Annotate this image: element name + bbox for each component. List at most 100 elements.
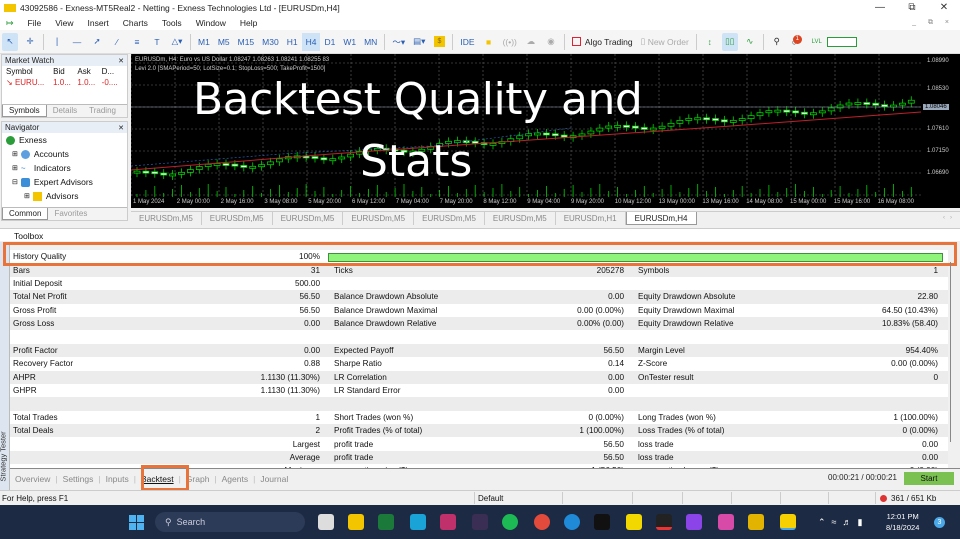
- vps-icon[interactable]: ◉: [543, 33, 559, 51]
- shapes-icon[interactable]: △▾: [169, 33, 185, 51]
- search-icon[interactable]: ⚲: [769, 33, 785, 51]
- intellij-icon[interactable]: [440, 514, 456, 530]
- templates-dropdown-icon[interactable]: ▤▾: [411, 33, 427, 51]
- taskbar-search[interactable]: ⚲ Search: [155, 512, 305, 532]
- chart-tab[interactable]: EURUSDm,M5: [414, 212, 485, 225]
- market-button[interactable]: $: [431, 33, 447, 51]
- spotify-icon[interactable]: [502, 514, 518, 530]
- chrome-icon[interactable]: [534, 514, 550, 530]
- minimize-button[interactable]: —: [864, 0, 896, 16]
- time-axis[interactable]: 1 May 2024 2 May 00:00 2 May 16:00 3 May 08…: [131, 197, 921, 208]
- expand-icon[interactable]: ⊞: [24, 192, 30, 200]
- menu-insert[interactable]: Insert: [88, 18, 109, 28]
- app-g-icon[interactable]: [686, 514, 702, 530]
- tab-details[interactable]: Details: [47, 105, 83, 117]
- close-icon[interactable]: ✕: [118, 124, 124, 132]
- tab-settings[interactable]: Settings: [58, 474, 99, 484]
- cloud-icon[interactable]: ☁: [523, 33, 539, 51]
- signals-icon[interactable]: ((•)): [501, 33, 519, 51]
- system-tray[interactable]: ⌃≈♬▮: [818, 517, 868, 528]
- tradingview-icon[interactable]: [594, 514, 610, 530]
- lvl-icon[interactable]: LVL: [809, 33, 825, 51]
- menu-window[interactable]: Window: [196, 18, 226, 28]
- text-tool-icon[interactable]: T: [149, 33, 165, 51]
- strategy-tester-side-tab[interactable]: Strategy Tester: [0, 242, 10, 492]
- timeframe-m30[interactable]: M30: [258, 33, 283, 51]
- edge-icon[interactable]: [564, 514, 580, 530]
- expand-icon[interactable]: ⊞: [12, 164, 18, 172]
- menu-charts[interactable]: Charts: [123, 18, 148, 28]
- file-explorer-icon[interactable]: [348, 514, 364, 530]
- chart-tabs-scroll-arrows[interactable]: ‹ ›: [943, 215, 952, 221]
- trendline-icon[interactable]: ➚: [89, 33, 105, 51]
- pycharm-icon[interactable]: [378, 514, 394, 530]
- copilot-icon[interactable]: [718, 514, 734, 530]
- chart-tab[interactable]: EURUSDm,M5: [343, 212, 415, 225]
- app-a-icon[interactable]: [656, 514, 672, 530]
- taskbar-clock[interactable]: 12:01 PM 8/18/2024: [886, 511, 919, 533]
- hacker-app-icon[interactable]: [472, 514, 488, 530]
- column-header[interactable]: Bid: [51, 66, 75, 77]
- profile-name[interactable]: Default: [478, 494, 503, 503]
- task-view-icon[interactable]: [318, 514, 334, 530]
- mt5-icon[interactable]: [748, 514, 764, 530]
- tab-overview[interactable]: Overview: [10, 474, 55, 484]
- exness-terminal-icon[interactable]: [780, 514, 796, 530]
- tab-symbols[interactable]: Symbols: [2, 105, 47, 117]
- chart-tab[interactable]: EURUSDm,M5: [273, 212, 344, 225]
- timeframe-m15[interactable]: M15: [234, 33, 259, 51]
- indicators-dropdown-icon[interactable]: 〜▾: [390, 33, 407, 51]
- windows-start-icon[interactable]: [129, 515, 144, 530]
- start-button[interactable]: Start: [904, 472, 954, 485]
- horizontal-line-icon[interactable]: —: [69, 33, 85, 51]
- cursor-tool-icon[interactable]: ↖: [2, 32, 18, 51]
- fibonacci-icon[interactable]: ≡: [129, 33, 145, 51]
- symbol-row[interactable]: ↘ EURU... 1.0... 1.0... -0....: [4, 77, 122, 88]
- timeframe-d1[interactable]: D1: [320, 33, 339, 51]
- algo-trading-button[interactable]: Algo Trading: [570, 33, 635, 51]
- column-header[interactable]: Symbol: [4, 66, 51, 77]
- timeframe-mn[interactable]: MN: [360, 33, 381, 51]
- timeframe-w1[interactable]: W1: [339, 33, 360, 51]
- price-axis[interactable]: 1.08990 1.08530 1.08046 1.07610 1.07150 …: [921, 54, 960, 208]
- close-icon[interactable]: ✕: [118, 57, 124, 65]
- column-header[interactable]: D...: [100, 66, 122, 77]
- chart-tab[interactable]: EURUSDm,H1: [556, 212, 626, 225]
- chart-tab[interactable]: EURUSDm,M5: [131, 212, 202, 225]
- tree-item-indicators[interactable]: ⊞ ~ Indicators: [6, 161, 127, 175]
- candlestick-chart-icon[interactable]: ▯▯: [721, 32, 738, 51]
- lvl-input[interactable]: [826, 36, 857, 47]
- chart-tab[interactable]: EURUSDm,M5: [485, 212, 556, 225]
- timeframe-m5[interactable]: M5: [214, 33, 234, 51]
- mdi-controls[interactable]: _ ⧉ ×: [912, 16, 954, 30]
- bar-chart-icon[interactable]: ↕: [702, 33, 718, 51]
- shopping-bag-icon[interactable]: ■: [481, 33, 497, 51]
- timeframe-h1[interactable]: H1: [283, 33, 302, 51]
- close-button[interactable]: ✕: [928, 0, 960, 16]
- webstorm-icon[interactable]: [410, 514, 426, 530]
- tree-item-accounts[interactable]: ⊞ Accounts: [6, 147, 127, 161]
- tree-item-advisors[interactable]: ⊞ Advisors: [6, 189, 127, 203]
- timeframe-m1[interactable]: M1: [194, 33, 214, 51]
- line-chart-icon[interactable]: ∿: [742, 33, 758, 51]
- column-header[interactable]: Ask: [75, 66, 99, 77]
- menu-tools[interactable]: Tools: [162, 18, 182, 28]
- crosshair-tool-icon[interactable]: ✛: [22, 33, 38, 51]
- chart-tab[interactable]: EURUSDm,H4: [625, 212, 697, 225]
- menu-help[interactable]: Help: [240, 18, 257, 28]
- tree-item-exness[interactable]: Exness: [6, 133, 127, 147]
- new-order-button[interactable]: ▯ New Order: [639, 33, 691, 51]
- ide-button[interactable]: IDE: [458, 33, 476, 51]
- channel-icon[interactable]: ∕: [109, 33, 125, 51]
- tab-agents[interactable]: Agents: [217, 474, 253, 484]
- chat-icon[interactable]: ○1: [789, 33, 805, 51]
- tab-favorites[interactable]: Favorites: [48, 208, 93, 220]
- exness-icon[interactable]: [626, 514, 642, 530]
- chart-tab[interactable]: EURUSDm,M5: [202, 212, 273, 225]
- tab-journal[interactable]: Journal: [255, 474, 293, 484]
- tab-trading[interactable]: Trading: [83, 105, 122, 117]
- connection-status[interactable]: 361 / 651 Kb: [880, 494, 936, 503]
- collapse-icon[interactable]: ⊟: [12, 178, 18, 186]
- tab-common[interactable]: Common: [2, 208, 49, 220]
- stats-scrollbar[interactable]: [950, 262, 951, 442]
